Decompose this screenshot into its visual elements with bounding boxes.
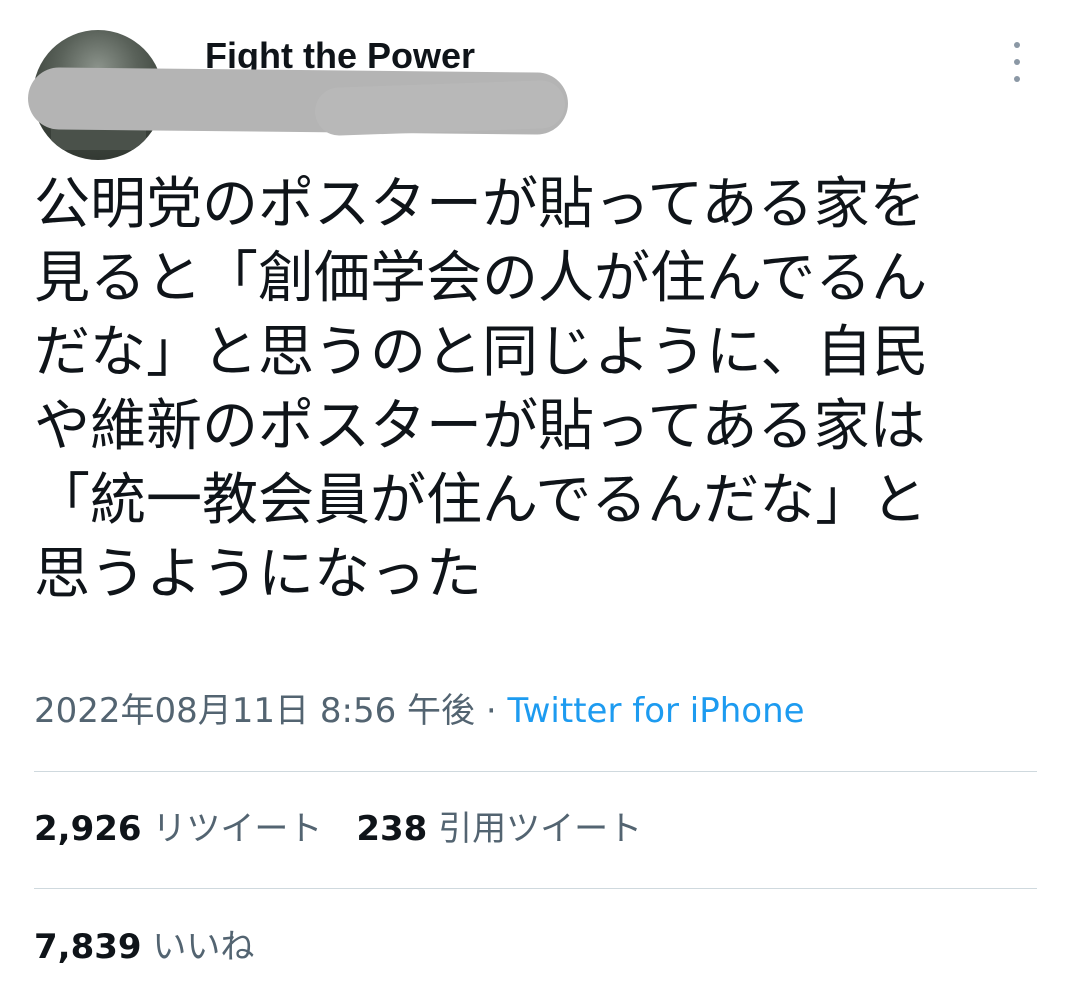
- retweet-label: リツイート: [152, 809, 323, 849]
- redaction-scribble-tail: [314, 79, 566, 137]
- likes-stat[interactable]: 7,839 いいね: [34, 927, 254, 967]
- retweet-count: 2,926: [34, 809, 142, 849]
- tweet: Fight the Power @ 公明党のポスターが貼ってある家を 見ると「創…: [0, 0, 1070, 1000]
- tweet-text-line: 「統一教会員が住んでるんだな」と: [34, 468, 928, 533]
- more-vertical-icon[interactable]: [1007, 42, 1027, 82]
- retweets-stat[interactable]: 2,926 リツイート: [34, 809, 322, 849]
- divider: [34, 771, 1037, 772]
- meta-separator: ·: [475, 691, 508, 731]
- tweet-timestamp[interactable]: 2022年08月11日 8:56 午後: [34, 691, 475, 731]
- quote-count: 238: [356, 809, 428, 849]
- more-dot: [1014, 59, 1020, 65]
- tweet-text: 公明党のポスターが貼ってある家を 見ると「創価学会の人が住んでるん だな」と思う…: [34, 168, 1044, 612]
- more-dot: [1014, 76, 1020, 82]
- tweet-source-link[interactable]: Twitter for iPhone: [507, 691, 804, 731]
- tweet-text-line: 思うようになった: [34, 542, 482, 607]
- quotes-stat[interactable]: 238 引用ツイート: [356, 809, 642, 849]
- divider: [34, 888, 1037, 889]
- stats-row-retweets: 2,926 リツイート 238 引用ツイート: [34, 806, 642, 852]
- tweet-text-line: 見ると「創価学会の人が住んでるん: [34, 246, 928, 311]
- stats-row-likes: 7,839 いいね: [34, 924, 254, 970]
- like-label: いいね: [152, 927, 255, 967]
- like-count: 7,839: [34, 927, 142, 967]
- more-dot: [1014, 42, 1020, 48]
- tweet-text-line: だな」と思うのと同じように、自民: [34, 320, 929, 385]
- quote-label: 引用ツイート: [438, 809, 643, 849]
- tweet-text-line: 公明党のポスターが貼ってある家を: [34, 172, 926, 237]
- tweet-text-line: や維新のポスターが貼ってある家は: [34, 394, 926, 459]
- tweet-meta: 2022年08月11日 8:56 午後 · Twitter for iPhone: [34, 688, 805, 734]
